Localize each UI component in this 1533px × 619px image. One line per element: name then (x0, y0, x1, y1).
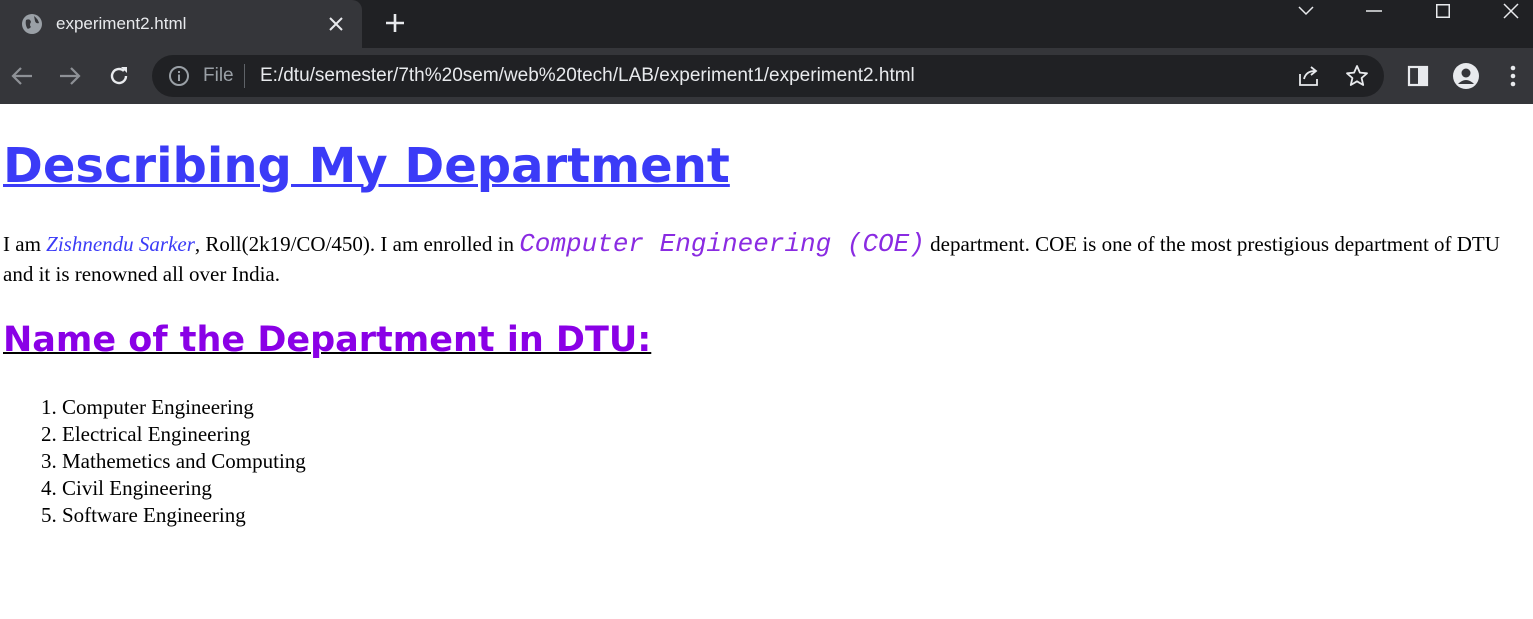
url-text[interactable]: E:/dtu/semester/7th%20sem/web%20tech/LAB… (260, 65, 915, 87)
student-name: Zishnendu Sarker (46, 232, 195, 256)
reload-icon[interactable] (105, 62, 133, 90)
browser-toolbar: File E:/dtu/semester/7th%20sem/web%20tec… (0, 48, 1533, 104)
page-title[interactable]: Describing My Department (3, 138, 730, 194)
window-close-icon[interactable] (1488, 0, 1533, 22)
list-item: Mathemetics and Computing (62, 448, 306, 475)
omnibox-divider (244, 64, 245, 88)
department-name: Computer Engineering (COE) (519, 229, 925, 259)
minimize-icon[interactable] (1351, 0, 1397, 22)
address-bar[interactable]: File E:/dtu/semester/7th%20sem/web%20tec… (152, 55, 1384, 97)
info-icon[interactable] (168, 65, 190, 87)
maximize-icon[interactable] (1420, 0, 1466, 22)
tab-strip: experiment2.html (0, 0, 1533, 48)
list-item: Software Engineering (62, 502, 306, 529)
back-arrow-icon[interactable] (8, 62, 36, 90)
profile-avatar-icon[interactable] (1452, 62, 1480, 90)
share-icon[interactable] (1297, 64, 1321, 88)
forward-arrow-icon[interactable] (56, 62, 84, 90)
side-panel-icon[interactable] (1404, 62, 1432, 90)
more-menu-icon[interactable] (1499, 62, 1527, 90)
list-item: Electrical Engineering (62, 421, 306, 448)
browser-tab[interactable]: experiment2.html (0, 0, 362, 48)
close-tab-icon[interactable] (324, 12, 348, 36)
tab-title: experiment2.html (56, 14, 187, 33)
list-item: Computer Engineering (62, 394, 306, 421)
intro-text-2: , Roll(2k19/CO/450). I am enrolled in (194, 232, 520, 256)
tab-search-chevron-icon[interactable] (1283, 0, 1329, 22)
intro-paragraph: I am Zishnendu Sarker, Roll(2k19/CO/450)… (3, 229, 1529, 289)
new-tab-icon[interactable] (382, 10, 408, 36)
globe-icon (22, 14, 42, 34)
section-heading: Name of the Department in DTU: (3, 320, 652, 360)
bookmark-star-icon[interactable] (1345, 64, 1369, 88)
department-list: Computer Engineering Electrical Engineer… (62, 394, 306, 529)
intro-text-1: I am (3, 232, 47, 256)
scheme-label: File (203, 65, 234, 86)
list-item: Civil Engineering (62, 475, 306, 502)
